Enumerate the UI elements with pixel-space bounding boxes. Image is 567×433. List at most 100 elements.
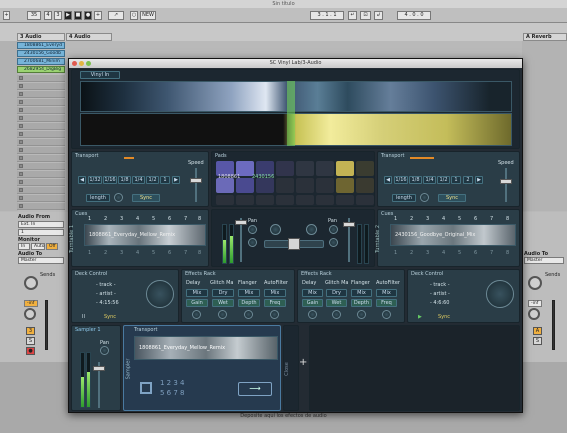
fx-param-button[interactable]: Dry [326,289,347,297]
cue-number[interactable]: 8 [198,250,201,256]
pad[interactable] [256,178,274,193]
solo-button[interactable]: S [26,337,35,345]
add-sampler-icon[interactable]: + [299,357,307,368]
cue-number[interactable]: 8 [506,216,509,222]
empty-clip-slot[interactable] [17,115,65,122]
fx-knob[interactable] [382,310,391,319]
empty-clip-slot[interactable] [17,171,65,178]
filter-right-knob[interactable] [306,224,317,235]
empty-clip-slot[interactable] [17,155,65,162]
pad[interactable] [336,161,354,176]
overdub-icon[interactable]: + [94,11,102,20]
fx-knob[interactable] [308,310,317,319]
loop-back-icon[interactable]: ◀ [78,176,86,184]
waveform-overview-top[interactable] [80,81,512,112]
clip-slot[interactable]: 2682954_DigBig [17,66,65,73]
cue-number[interactable]: 4 [136,250,139,256]
clip-slot[interactable]: 2430156_Goodb [17,50,65,57]
eq-right-knob[interactable] [329,238,338,247]
waveform-overview-bottom[interactable] [80,113,512,146]
channel-fader-left-cap[interactable] [235,220,247,225]
cue-number[interactable]: 7 [490,216,493,222]
clip-slot[interactable]: 1808861_Everyd [17,42,65,49]
cue-number[interactable]: 7 [184,216,187,222]
sampler-stop-icon[interactable] [140,382,152,394]
sync-deck-right[interactable]: Sync [438,314,450,320]
play-right-button[interactable]: ▶ [418,314,422,320]
clip-slot[interactable]: 2700681_Minim [17,58,65,65]
cue-number[interactable]: 5 [152,216,155,222]
loop-size-right[interactable]: 1/4 [423,176,436,184]
empty-clip-slot[interactable] [17,123,65,130]
sig-den-field[interactable]: 3 [54,11,62,20]
cue-number[interactable]: 6 [168,216,171,222]
loop-icon[interactable]: ⊡ [360,11,371,20]
empty-clip-slot[interactable] [17,163,65,170]
jog-wheel-left[interactable] [146,280,174,308]
record-icon[interactable]: ● [84,11,92,20]
loop-size-right[interactable]: 2 [463,176,473,184]
cue-number[interactable]: 6 [474,250,477,256]
speed-right-fader[interactable] [505,168,507,202]
cue-number[interactable]: 7 [184,250,187,256]
monitor-off-button[interactable]: Off [46,243,58,250]
pad[interactable] [276,161,294,176]
pad[interactable] [236,195,254,205]
arm-button[interactable]: ● [26,347,35,355]
sampler-slot-numbers-a[interactable]: 1 2 3 4 [160,379,185,387]
fx-param-button[interactable]: Depth [238,299,260,307]
pause-left-button[interactable]: II [82,314,85,320]
sync-right-button[interactable]: Sync [438,194,466,202]
cue-number[interactable]: 3 [426,250,429,256]
pad[interactable] [336,195,354,205]
sync-left-button[interactable]: Sync [132,194,160,202]
audio-to-select[interactable]: Master [18,257,64,264]
pad[interactable] [276,178,294,193]
sampler-fader-cap[interactable] [93,366,105,371]
cue-number[interactable]: 6 [168,250,171,256]
fx-knob[interactable] [218,310,227,319]
fx-param-button[interactable]: Gain [186,299,208,307]
vinyl-in-button[interactable]: Vinyl In [80,71,120,79]
loop-size-right[interactable]: 1/8 [409,176,422,184]
fx-param-button[interactable]: Mix [376,289,397,297]
empty-clip-slot[interactable] [17,187,65,194]
cue-number[interactable]: 1 [394,250,397,256]
send-a-knob[interactable] [24,276,38,290]
minimize-window-icon[interactable] [79,61,84,66]
stop-clips-slot[interactable] [17,203,65,210]
cue-number[interactable]: 5 [458,216,461,222]
channel-fader-right-cap[interactable] [343,222,355,227]
track-activator[interactable]: 3 [26,327,35,335]
pad[interactable] [356,178,374,193]
loop-size-left[interactable]: 1/2 [146,176,159,184]
pad[interactable] [236,178,254,193]
sampler-close-tab[interactable]: Close [284,362,290,376]
volume-value[interactable]: -inf [24,300,38,307]
pad[interactable] [336,178,354,193]
fx-param-button[interactable]: Wet [212,299,234,307]
fx-param-button[interactable]: Freq [376,299,397,307]
sig-num-field[interactable]: 4 [44,11,52,20]
empty-clip-slot[interactable] [17,83,65,90]
cue-right-waveform[interactable]: 2430156_Goodbye_Original_Mix [390,224,516,246]
audio-from-select[interactable]: Ext. In [18,221,64,228]
sampler-pan-knob[interactable] [100,346,109,355]
cue-number[interactable]: 8 [506,250,509,256]
length-left-knob[interactable] [114,193,123,202]
return-activator[interactable]: A [533,327,542,335]
length-left-button[interactable]: length [86,194,110,202]
fx-param-button[interactable]: Depth [351,299,372,307]
cue-number[interactable]: 8 [198,216,201,222]
loop-size-left[interactable]: 1/8 [118,176,131,184]
length-right-button[interactable]: length [392,194,416,202]
pad[interactable] [296,161,314,176]
empty-clip-slot[interactable] [17,147,65,154]
loop-size-left[interactable]: 1 [160,176,170,184]
pad[interactable] [356,195,374,205]
cue-number[interactable]: 3 [120,250,123,256]
return-send-knob[interactable] [528,276,542,290]
song-position-field[interactable]: 3 . 1 . 1 [310,11,344,20]
return-volume-value[interactable]: -inf [528,300,542,307]
empty-clip-slot[interactable] [17,195,65,202]
